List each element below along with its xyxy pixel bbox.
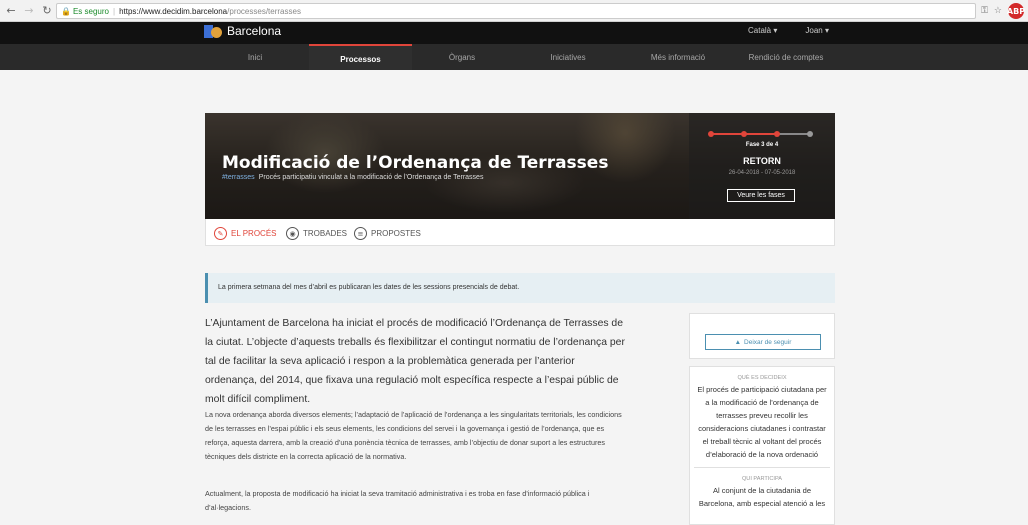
site-logo[interactable]: Barcelona: [204, 24, 281, 38]
tab-propostes[interactable]: ≡ PROPOSTES: [354, 227, 421, 240]
star-icon[interactable]: ☆: [994, 6, 1002, 16]
extension-icon[interactable]: ABP: [1007, 3, 1025, 19]
process-icon: ✎: [214, 227, 227, 240]
process-description-lead: L’Ajuntament de Barcelona ha iniciat el …: [205, 318, 625, 405]
lock-icon: 🔒: [61, 6, 71, 16]
url-path: /processes/terrasses: [227, 6, 301, 16]
unfollow-button[interactable]: ▲ Deixar de seguir: [705, 334, 821, 350]
tab-trobades[interactable]: ◉ TROBADES: [286, 227, 347, 240]
key-icon[interactable]: ⚿: [981, 6, 988, 16]
process-description-paragraph: La nova ordenança aborda diversos elemen…: [205, 410, 622, 461]
main-nav: Inici Processos Òrgans Iniciatives Més i…: [0, 44, 1028, 70]
view-phases-button[interactable]: Veure les fases: [727, 189, 795, 202]
phase-dot: [708, 131, 714, 137]
bell-icon: ▲: [734, 338, 742, 346]
browser-toolbar: ← → ↻ 🔒 Es seguro | https://www.decidim.…: [0, 0, 1028, 22]
nav-item-mes-informacio[interactable]: Més informació: [622, 44, 734, 70]
process-hero: Modificació de l’Ordenança de Terrasses …: [205, 113, 835, 219]
nav-item-processos[interactable]: Processos: [309, 44, 412, 70]
address-bar[interactable]: 🔒 Es seguro | https://www.decidim.barcel…: [56, 3, 976, 19]
phase-dot: [774, 131, 780, 137]
process-info-card: QUÈ ES DECIDEIX El procés de participaci…: [689, 366, 835, 525]
announcement: La primera setmana del mes d’abril es pu…: [205, 273, 835, 303]
logo-icon: [204, 24, 222, 38]
nav-item-inici[interactable]: Inici: [205, 44, 305, 70]
phase-name: RETORN: [743, 156, 781, 166]
process-tabs: ✎ EL PROCÉS ◉ TROBADES ≡ PROPOSTES: [205, 219, 835, 246]
language-selector[interactable]: Català ▾: [748, 26, 777, 35]
back-icon[interactable]: ←: [4, 4, 18, 18]
who-heading: QUI PARTICIPA: [741, 476, 783, 482]
reload-icon[interactable]: ↻: [40, 4, 54, 18]
what-heading: QUÈ ES DECIDEIX: [737, 375, 787, 381]
user-menu[interactable]: Joan ▾: [805, 26, 829, 35]
phase-dot: [741, 131, 747, 137]
follow-card: ▲ Deixar de seguir: [689, 313, 835, 359]
what-text: El procés de participació ciutadana per …: [697, 385, 827, 459]
process-subtitle: Procés participatiu vinculat a la modifi…: [258, 174, 484, 181]
phase-dot: [807, 131, 813, 137]
meetings-icon: ◉: [286, 227, 299, 240]
nav-item-iniciatives[interactable]: Iniciatives: [515, 44, 621, 70]
secure-label: Es seguro: [72, 6, 109, 16]
who-text: Al conjunt de la ciutadania de Barcelona…: [698, 486, 826, 508]
process-description-paragraph: Actualment, la proposta de modificació h…: [205, 489, 590, 512]
phase-panel: Fase 3 de 4 RETORN 26-04-2018 - 07-05-20…: [689, 113, 835, 219]
phase-dates: 26-04-2018 - 07-05-2018: [728, 170, 796, 176]
logo-text: Barcelona: [227, 24, 282, 38]
nav-item-rendicio[interactable]: Rendició de comptes: [736, 44, 836, 70]
nav-item-organs[interactable]: Òrgans: [412, 44, 512, 70]
hashtag-link[interactable]: #terrasses: [222, 174, 255, 181]
forward-icon[interactable]: →: [22, 4, 36, 18]
proposals-icon: ≡: [354, 227, 367, 240]
process-title: Modificació de l’Ordenança de Terrasses: [222, 153, 609, 173]
tab-el-proces[interactable]: ✎ EL PROCÉS: [214, 227, 277, 240]
site-topbar: Barcelona Català ▾ Joan ▾: [0, 22, 1028, 44]
phase-label: Fase 3 de 4: [745, 142, 779, 148]
url-host: https://www.decidim.barcelona: [119, 6, 228, 16]
